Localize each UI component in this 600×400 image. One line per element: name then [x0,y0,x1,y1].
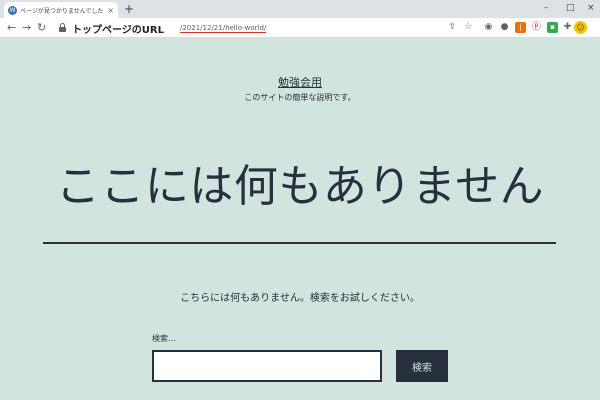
search-input[interactable] [152,350,382,382]
new-tab-button[interactable]: + [124,2,134,16]
not-found-message: こちらには何もありません。検索をお試しください。 [180,293,420,304]
page-title: ここには何もありません [55,161,545,212]
back-button[interactable]: ← [7,20,16,36]
lock-icon[interactable] [59,23,66,32]
extension-green-icon[interactable]: ▪ [547,22,558,33]
wordpress-favicon-icon: W [8,5,17,15]
github-icon[interactable]: ● [499,22,510,33]
pinterest-icon[interactable]: ⓟ [531,22,542,33]
share-icon[interactable]: ⇪ [447,22,458,33]
address-bar[interactable]: トップページのURL /2021/12/21/hello-world/ [72,21,442,36]
browser-tabstrip: W ページが見つかりませんでした – 勉強 × + – □ × [0,0,600,18]
camera-icon[interactable]: ◉ [483,22,494,33]
browser-tab[interactable]: W ページが見つかりませんでした – 勉強 × [4,2,118,18]
url-path: /2021/12/21/hello-world/ [180,23,267,33]
bookmark-star-icon[interactable]: ☆ [463,22,474,33]
maximize-button[interactable]: □ [566,1,575,15]
forward-button[interactable]: → [22,20,31,36]
reload-button[interactable]: ↻ [37,20,46,36]
browser-toolbar: ← → ↻ トップページのURL /2021/12/21/hello-world… [0,18,600,38]
search-button[interactable]: 検索 [396,350,448,382]
heading-divider [43,242,556,244]
tab-close-icon[interactable]: × [107,6,114,15]
search-label: 検索… [152,334,176,343]
site-title-link[interactable]: 勉強会用 [0,74,600,90]
minimize-button[interactable]: – [544,1,549,15]
url-annotation: トップページのURL [72,24,164,36]
profile-avatar-icon[interactable]: ☺ [574,21,587,34]
close-window-button[interactable]: × [587,1,595,15]
extension-orange-icon[interactable]: | [515,22,526,33]
extensions-puzzle-icon[interactable]: ✚ [562,22,573,33]
site-description: このサイトの簡単な説明です。 [244,93,356,102]
tab-title: ページが見つかりませんでした – 勉強 [20,7,105,15]
